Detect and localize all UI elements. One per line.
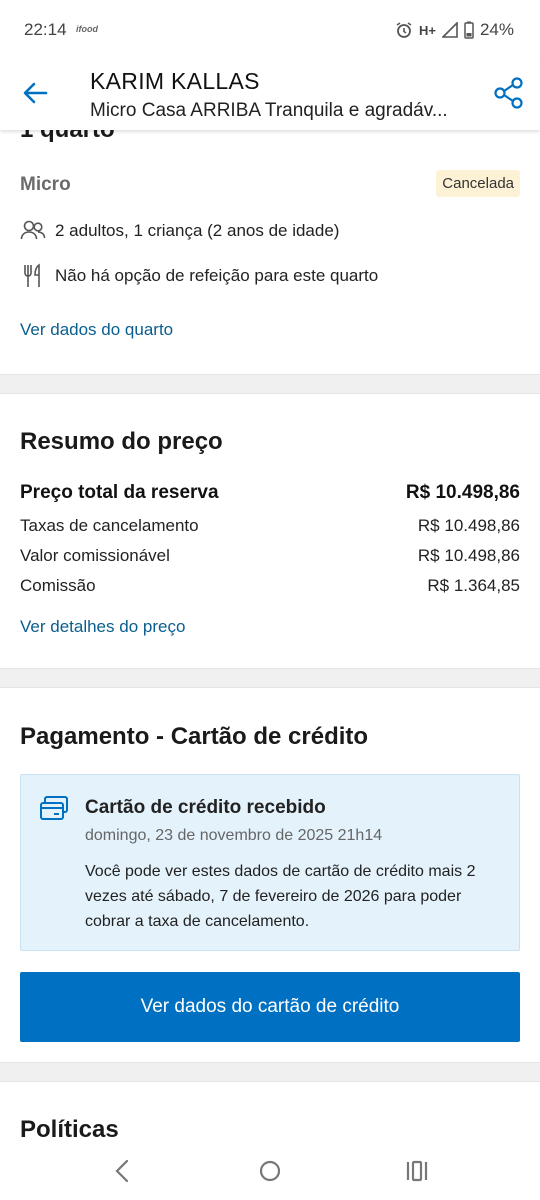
- price-total-row: Preço total da reserva R$ 10.498,86: [20, 482, 520, 504]
- price-total-value: R$ 10.498,86: [405, 482, 520, 503]
- price-row: Valor comissionável R$ 10.498,86: [20, 546, 520, 566]
- cutlery-icon: [24, 263, 40, 287]
- room-type: Micro: [20, 174, 71, 195]
- notification-app-icon: ifood: [76, 24, 98, 34]
- battery-icon: [464, 21, 474, 39]
- nav-home-icon[interactable]: [255, 1156, 285, 1186]
- nav-recents-icon[interactable]: [402, 1156, 432, 1186]
- price-row-value: R$ 10.498,86: [417, 546, 520, 565]
- credit-card-info-box: Cartão de crédito recebido domingo, 23 d…: [20, 774, 520, 951]
- price-row: Comissão R$ 1.364,85: [20, 576, 520, 596]
- back-arrow-icon[interactable]: [20, 78, 50, 108]
- status-bar: 22:14 ifood H+ 24%: [0, 0, 540, 60]
- credit-card-title: Cartão de crédito recebido: [85, 797, 326, 818]
- view-room-data-link[interactable]: Ver dados do quarto: [20, 320, 173, 340]
- guests-row: 2 adultos, 1 criança (2 anos de idade): [20, 218, 339, 244]
- payment-title: Pagamento - Cartão de crédito: [20, 723, 369, 750]
- guest-name: KARIM KALLAS: [90, 68, 260, 94]
- price-total-label: Preço total da reserva: [20, 482, 219, 503]
- property-name: Micro Casa ARRIBA Tranquila e agradáv...: [90, 100, 448, 121]
- app-header: KARIM KALLAS Micro Casa ARRIBA Tranquila…: [0, 60, 540, 130]
- battery-level: 24%: [479, 20, 514, 39]
- view-price-details-link[interactable]: Ver detalhes do preço: [20, 617, 185, 637]
- people-icon: [20, 220, 46, 240]
- price-row-label: Valor comissionável: [20, 546, 170, 565]
- meal-row: Não há opção de refeição para este quart…: [20, 263, 378, 289]
- guests-text: 2 adultos, 1 criança (2 anos de idade): [55, 221, 340, 240]
- status-indicators: H+ 24%: [395, 20, 514, 40]
- network-type: H+: [418, 22, 436, 38]
- meal-text: Não há opção de refeição para este quart…: [55, 266, 379, 285]
- credit-card-date: domingo, 23 de novembro de 2025 21h14: [85, 827, 383, 844]
- section-divider: [0, 668, 540, 688]
- credit-card-icon: [40, 796, 68, 820]
- status-time: 22:14: [24, 20, 67, 39]
- credit-card-text: Você pode ver estes dados de cartão de c…: [85, 863, 476, 930]
- alarm-icon: [396, 22, 412, 38]
- price-row: Taxas de cancelamento R$ 10.498,86: [20, 516, 520, 536]
- view-credit-card-button[interactable]: Ver dados do cartão de crédito: [20, 972, 520, 1042]
- price-row-value: R$ 1.364,85: [427, 576, 520, 595]
- system-nav-bar: [0, 1140, 540, 1200]
- share-icon[interactable]: [492, 76, 526, 110]
- price-summary-title: Resumo do preço: [20, 428, 223, 455]
- status-badge: Cancelada: [436, 170, 520, 197]
- section-divider: [0, 1062, 540, 1082]
- section-divider: [0, 374, 540, 394]
- signal-icon: [441, 22, 458, 38]
- price-row-label: Comissão: [20, 576, 96, 595]
- nav-back-icon[interactable]: [108, 1156, 138, 1186]
- price-row-label: Taxas de cancelamento: [20, 516, 199, 535]
- price-row-value: R$ 10.498,86: [417, 516, 520, 535]
